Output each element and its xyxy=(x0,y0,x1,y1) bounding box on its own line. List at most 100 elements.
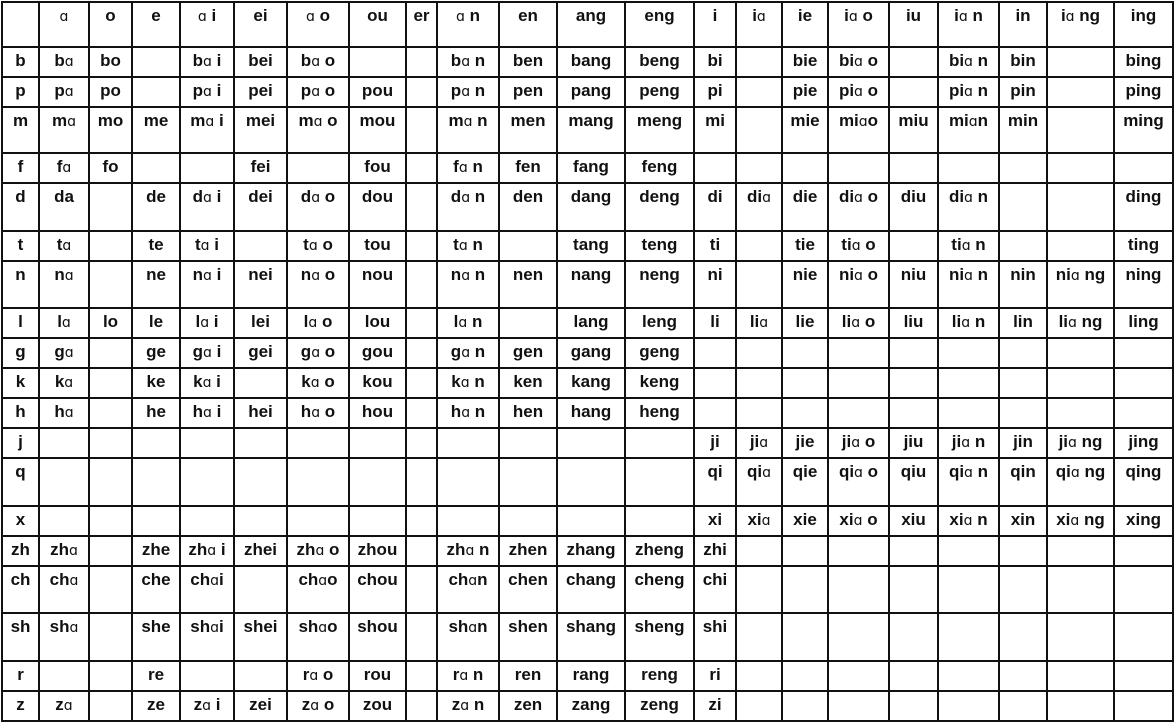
syllable-cell: bɑ xyxy=(38,46,90,78)
syllable-cell: shang xyxy=(556,612,626,662)
table-row: x xi xiɑ xie xiɑ o xiu xiɑ n xin xiɑ ng xing xyxy=(1,505,1174,537)
syllable-cell xyxy=(405,535,438,567)
syllable-cell: min xyxy=(998,106,1048,154)
syllable-cell xyxy=(131,427,181,459)
syllable-cell xyxy=(405,260,438,309)
syllable-cell xyxy=(735,367,783,399)
syllable-cell xyxy=(88,397,133,429)
alpha-glyph: ɑ xyxy=(461,190,471,206)
final-header: iɑ n xyxy=(937,1,1000,48)
syllable-cell: qiɑ xyxy=(735,457,783,507)
alpha-glyph: ɑ xyxy=(461,54,471,70)
syllable-cell: piɑ n xyxy=(937,76,1000,108)
syllable-cell: gei xyxy=(233,337,288,369)
final-header: o xyxy=(88,1,133,48)
alpha-glyph: ɑ xyxy=(203,345,212,361)
syllable-cell: te xyxy=(131,230,181,262)
table-row: g gɑ ge gɑ i gei gɑ o gou gɑ n gen gang geng xyxy=(1,337,1174,369)
alpha-glyph: ɑ xyxy=(64,405,74,421)
syllable-cell: xiɑ o xyxy=(827,505,890,537)
syllable-cell: cheng xyxy=(624,565,695,614)
alpha-glyph: ɑ xyxy=(311,190,321,206)
syllable-cell xyxy=(998,152,1048,184)
syllable-cell xyxy=(556,505,626,537)
syllable-cell: rɑ n xyxy=(436,660,500,692)
syllable-cell: zɑ xyxy=(38,690,90,722)
syllable-cell: mɑ o xyxy=(286,106,350,154)
alpha-glyph: ɑ xyxy=(1068,435,1077,451)
syllable-cell: gen xyxy=(498,337,558,369)
syllable-cell: bɑ o xyxy=(286,46,350,78)
syllable-cell: zhɑ n xyxy=(436,535,500,567)
syllable-cell xyxy=(1113,690,1174,722)
syllable-cell xyxy=(436,427,500,459)
alpha-glyph: ɑ xyxy=(460,375,470,391)
syllable-cell: mei xyxy=(233,106,288,154)
alpha-glyph: ɑ xyxy=(64,345,74,361)
syllable-cell xyxy=(436,457,500,507)
table-row: z zɑ ze zɑ i zei zɑ o zou zɑ n zen zang zeng zi xyxy=(1,690,1174,722)
syllable-cell: nen xyxy=(498,260,558,309)
syllable-cell: shen xyxy=(498,612,558,662)
syllable-cell: ke xyxy=(131,367,181,399)
syllable-cell xyxy=(436,505,500,537)
syllable-cell xyxy=(38,505,90,537)
syllable-cell xyxy=(405,76,438,108)
final-header: ɑ o xyxy=(286,1,350,48)
syllable-cell: fang xyxy=(556,152,626,184)
syllable-cell: hou xyxy=(348,397,407,429)
table-row: j ji jiɑ jie jiɑ o jiu jiɑ n jin jiɑ ng jing xyxy=(1,427,1174,459)
syllable-cell: pou xyxy=(348,76,407,108)
alpha-glyph: ɑ xyxy=(311,84,321,100)
syllable-cell xyxy=(498,457,558,507)
final-header: iɑ xyxy=(735,1,783,48)
alpha-glyph: ɑ xyxy=(202,375,212,391)
syllable-cell: miu xyxy=(888,106,939,154)
alpha-glyph: ɑ xyxy=(205,114,215,130)
alpha-glyph: ɑ xyxy=(63,698,73,714)
initial-header: x xyxy=(1,505,40,537)
syllable-cell: nang xyxy=(556,260,626,309)
syllable-cell: po xyxy=(88,76,133,108)
syllable-cell xyxy=(735,230,783,262)
syllable-cell: qing xyxy=(1113,457,1174,507)
final-header: iu xyxy=(888,1,939,48)
table-row: d da de dɑ i dei dɑ o dou dɑ n den dang deng di diɑ d… xyxy=(1,182,1174,232)
syllable-cell: zou xyxy=(348,690,407,722)
syllable-cell: tɑ xyxy=(38,230,90,262)
syllable-cell: neng xyxy=(624,260,695,309)
syllable-cell xyxy=(233,505,288,537)
alpha-glyph: ɑ xyxy=(461,345,471,361)
syllable-cell xyxy=(998,397,1048,429)
syllable-cell: lang xyxy=(556,307,626,339)
syllable-cell xyxy=(88,260,133,309)
syllable-cell: biɑ n xyxy=(937,46,1000,78)
syllable-cell: xie xyxy=(781,505,829,537)
syllable-cell: niɑ o xyxy=(827,260,890,309)
syllable-cell: fen xyxy=(498,152,558,184)
syllable-cell: dei xyxy=(233,182,288,232)
syllable-cell xyxy=(781,535,829,567)
alpha-glyph: ɑ xyxy=(310,698,320,714)
syllable-cell: xiɑ ng xyxy=(1046,505,1115,537)
table-row: m mɑ mo me mɑ i mei mɑ o mou mɑ n men mang meng mi mi… xyxy=(1,106,1174,154)
syllable-cell xyxy=(88,337,133,369)
syllable-cell: reng xyxy=(624,660,695,692)
syllable-cell xyxy=(781,612,829,662)
alpha-glyph: ɑ xyxy=(203,190,212,206)
syllable-cell xyxy=(88,230,133,262)
final-header: eng xyxy=(624,1,695,48)
syllable-cell: fo xyxy=(88,152,133,184)
syllable-cell: nɑ n xyxy=(436,260,500,309)
syllable-cell: beng xyxy=(624,46,695,78)
syllable-cell: heng xyxy=(624,397,695,429)
syllable-cell: zhei xyxy=(233,535,288,567)
alpha-glyph: ɑ xyxy=(67,114,76,130)
alpha-glyph: ɑ xyxy=(69,543,78,559)
syllable-cell: mang xyxy=(556,106,626,154)
syllable-cell xyxy=(405,427,438,459)
alpha-glyph: ɑ xyxy=(762,190,771,206)
final-header: er xyxy=(405,1,438,48)
syllable-cell: qi xyxy=(693,457,737,507)
initial-header: p xyxy=(1,76,40,108)
